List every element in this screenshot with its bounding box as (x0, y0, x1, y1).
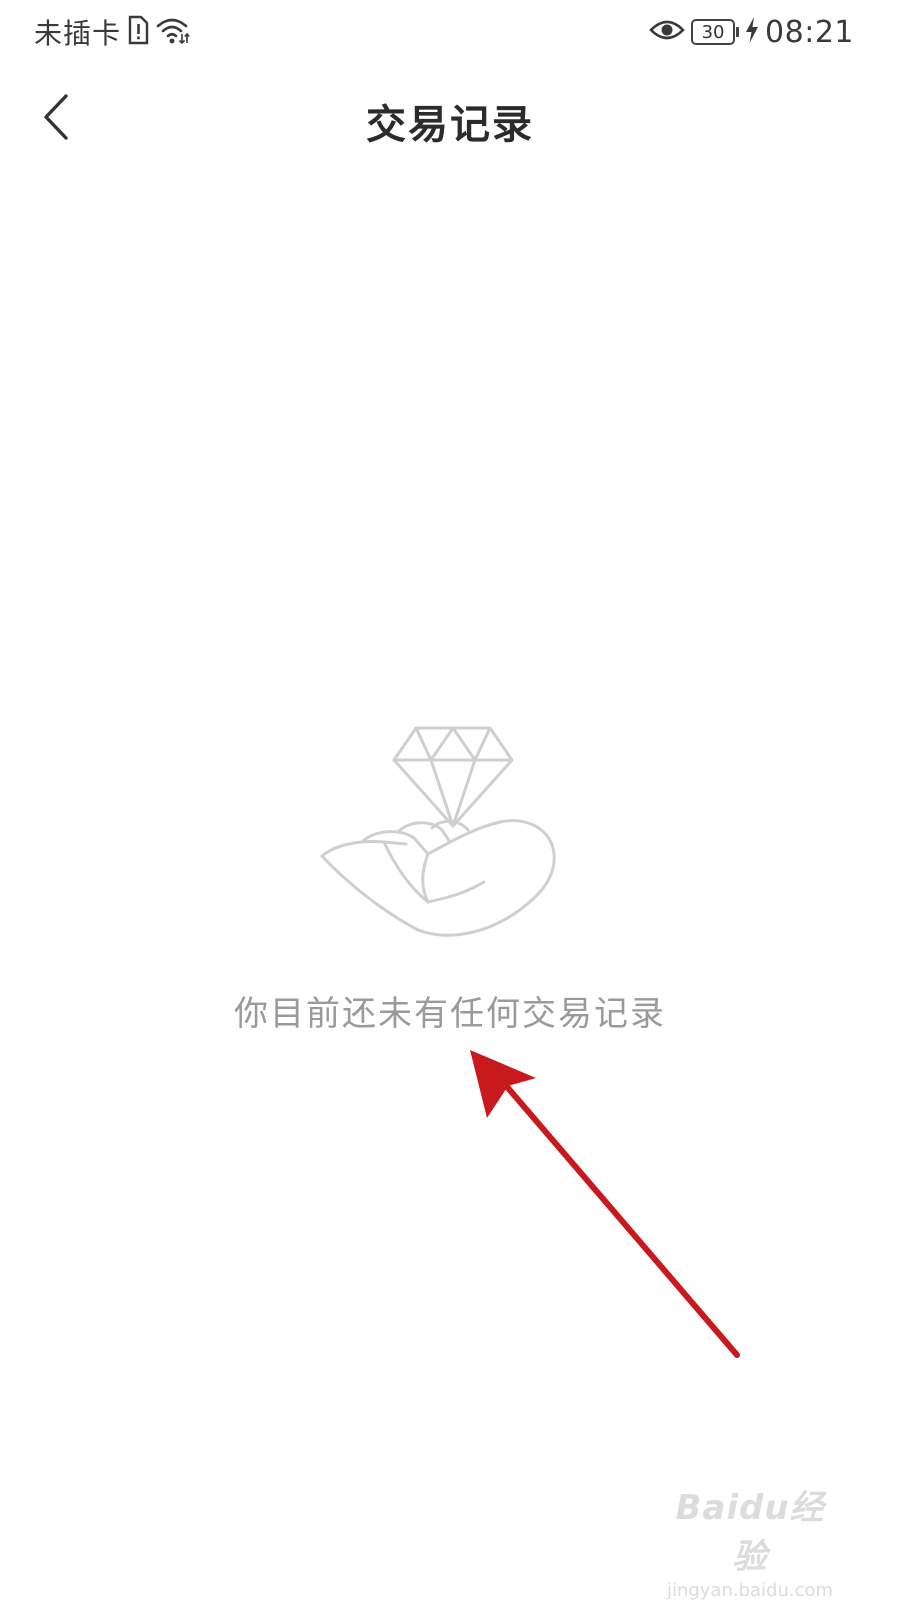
battery-level: 30 (691, 19, 736, 45)
empty-state: 你目前还未有任何交易记录 (0, 718, 900, 1058)
battery-cap (736, 27, 740, 37)
carrier-label: 未插卡 (34, 17, 122, 50)
status-right: 30 08:21 (649, 10, 854, 54)
watermark-domain: jingyan.baidu.com (666, 1580, 834, 1601)
page-title: 交易记录 (366, 102, 534, 148)
empty-message: 你目前还未有任何交易记录 (234, 994, 666, 1034)
watermark: Baidu经验 jingyan.baidu.com (660, 1480, 840, 1601)
watermark-brand: Baidu经验 (675, 1488, 825, 1577)
clock: 08:21 (765, 14, 854, 50)
status-bar: 未插卡 30 08:21 (0, 0, 900, 64)
sim-alert-icon (127, 15, 149, 49)
hand-holding-diamond-icon (318, 718, 566, 950)
eye-icon (649, 17, 685, 47)
status-left: 未插卡 (34, 10, 191, 54)
nav-bar: 交易记录 (0, 64, 900, 176)
charging-icon (745, 16, 759, 48)
wifi-icon (155, 15, 191, 49)
battery-icon: 30 (691, 19, 740, 45)
